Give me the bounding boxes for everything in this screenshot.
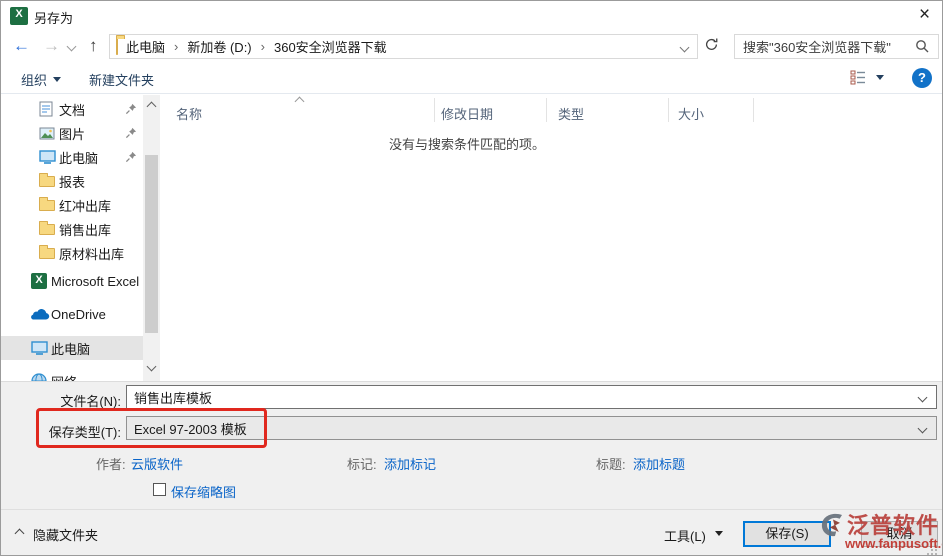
title-bar: 另存为 × — [1, 1, 942, 31]
help-icon[interactable]: ? — [912, 68, 932, 88]
save-thumbnail-label[interactable]: 保存缩略图 — [171, 482, 236, 501]
history-dropdown-icon[interactable] — [66, 41, 77, 52]
save-button[interactable]: 保存(S) — [743, 521, 831, 547]
sidebar: 文档 图片 此电脑 报表 红冲出库 销售出库 原材料出库 X Microsoft… — [1, 95, 143, 381]
back-icon[interactable]: ← — [13, 36, 30, 56]
sidebar-item-hongchong-chuku[interactable]: 红冲出库 — [1, 193, 143, 217]
new-folder-button[interactable]: 新建文件夹 — [89, 70, 154, 89]
command-bar: 组织 新建文件夹 ? — [1, 63, 942, 94]
form-area: 文件名(N): 销售出库模板 保存类型(T): Excel 97-2003 模板… — [1, 381, 942, 509]
tools-button[interactable]: 工具(L) — [664, 526, 706, 545]
folder-icon — [39, 172, 59, 187]
tags-label: 标记: — [347, 457, 377, 472]
tools-dropdown-icon[interactable] — [715, 531, 723, 536]
organize-button[interactable]: 组织 — [21, 70, 62, 89]
search-icon[interactable] — [915, 39, 930, 57]
folder-icon — [39, 220, 59, 235]
breadcrumb-item-this-pc[interactable]: 此电脑 — [126, 37, 165, 56]
close-icon[interactable]: × — [919, 4, 930, 26]
breadcrumb-item-drive-d[interactable]: 新加卷 (D:) — [187, 37, 251, 56]
breadcrumb-separator: › — [174, 39, 179, 54]
picture-icon — [39, 127, 59, 140]
add-title-link[interactable]: 添加标题 — [633, 454, 685, 473]
sidebar-item-yuancailiao-chuku[interactable]: 原材料出库 — [1, 241, 143, 265]
column-divider[interactable] — [546, 98, 547, 122]
scrollbar-thumb[interactable] — [145, 155, 158, 333]
sidebar-item-network[interactable]: 网络 — [1, 369, 143, 381]
column-header-type[interactable]: 类型 — [558, 104, 584, 123]
resize-grip[interactable] — [927, 544, 938, 555]
column-header-name[interactable]: 名称 — [176, 104, 202, 123]
pin-icon — [125, 151, 137, 166]
sidebar-item-microsoft-excel[interactable]: Microsoft Excel — [1, 269, 143, 293]
sort-ascending-icon — [294, 96, 305, 107]
breadcrumb-item-360-folder[interactable]: 360安全浏览器下载 — [274, 37, 387, 56]
chevron-down-icon[interactable] — [917, 423, 928, 434]
pin-icon — [125, 103, 137, 118]
save-thumbnail-checkbox[interactable] — [153, 483, 166, 496]
sidebar-item-documents[interactable]: 文档 — [1, 97, 143, 121]
annotation-red-box — [36, 408, 267, 448]
breadcrumb-separator: › — [260, 39, 265, 54]
author-label: 作者: — [96, 457, 126, 472]
window-title: 另存为 — [34, 11, 74, 26]
chevron-down-icon — [53, 77, 62, 82]
column-header-size[interactable]: 大小 — [678, 104, 704, 123]
title-label: 标题: — [596, 457, 626, 472]
network-icon — [31, 373, 51, 381]
up-icon[interactable]: ↑ — [89, 36, 98, 56]
column-divider[interactable] — [434, 98, 435, 122]
onedrive-icon — [31, 308, 51, 320]
view-options-dropdown-icon[interactable] — [876, 75, 884, 80]
refresh-icon[interactable] — [704, 37, 719, 55]
hide-folders-button[interactable]: 隐藏文件夹 — [33, 525, 98, 544]
address-bar[interactable]: 此电脑 › 新加卷 (D:) › 360安全浏览器下载 — [109, 34, 698, 59]
column-divider[interactable] — [668, 98, 669, 122]
column-header-date-modified[interactable]: 修改日期 — [441, 104, 493, 123]
file-name-input[interactable]: 销售出库模板 — [126, 385, 937, 409]
computer-icon — [39, 149, 59, 165]
document-icon — [39, 101, 59, 117]
pin-icon — [125, 127, 137, 142]
footer-bar: 隐藏文件夹 工具(L) 保存(S) 取消 — [1, 509, 942, 555]
scroll-up-icon[interactable] — [146, 101, 157, 112]
view-options-icon[interactable] — [850, 70, 867, 88]
excel-app-icon — [10, 7, 28, 25]
add-tag-link[interactable]: 添加标记 — [384, 454, 436, 473]
folder-icon — [116, 38, 118, 55]
sidebar-item-xiaoshou-chuku[interactable]: 销售出库 — [1, 217, 143, 241]
sidebar-item-baobiao[interactable]: 报表 — [1, 169, 143, 193]
empty-list-message: 没有与搜索条件匹配的项。 — [389, 137, 546, 152]
folder-icon — [39, 196, 59, 211]
forward-icon[interactable]: → — [43, 36, 60, 56]
search-box[interactable]: 搜索"360安全浏览器下载" — [734, 34, 939, 59]
computer-icon — [31, 340, 51, 356]
sidebar-item-this-pc-selected[interactable]: 此电脑 — [1, 336, 143, 360]
sidebar-item-onedrive[interactable]: OneDrive — [1, 302, 143, 326]
save-as-dialog: 另存为 × ← → ↑ 此电脑 › 新加卷 (D:) › 360安全浏览器下载 … — [0, 0, 943, 556]
address-dropdown-icon[interactable] — [679, 42, 690, 53]
navigation-bar: ← → ↑ 此电脑 › 新加卷 (D:) › 360安全浏览器下载 搜索"360… — [1, 31, 942, 63]
sidebar-item-this-pc-pinned[interactable]: 此电脑 — [1, 145, 143, 169]
excel-icon — [31, 273, 51, 289]
folder-icon — [39, 244, 59, 259]
search-input[interactable]: 搜索"360安全浏览器下载" — [743, 37, 891, 56]
scroll-down-icon[interactable] — [146, 361, 157, 372]
author-value-link[interactable]: 云版软件 — [131, 454, 183, 473]
sidebar-item-pictures[interactable]: 图片 — [1, 121, 143, 145]
chevron-down-icon[interactable] — [917, 392, 928, 403]
hide-folders-icon[interactable] — [14, 528, 25, 539]
column-divider[interactable] — [753, 98, 754, 122]
sidebar-scrollbar[interactable] — [143, 95, 160, 381]
